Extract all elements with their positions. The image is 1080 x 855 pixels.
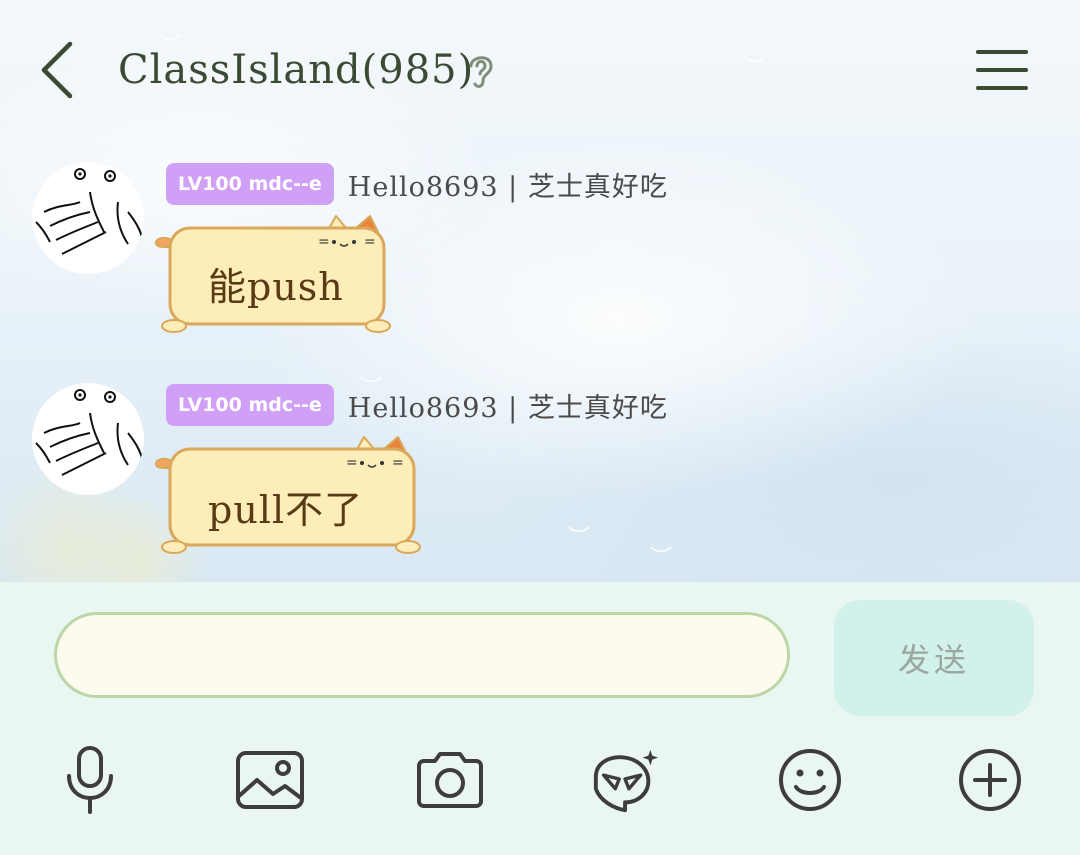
message-item: LV100 mdc--e Hello8693 | 芝士真好吃 = = 能push <box>0 162 1080 362</box>
sender-line: LV100 mdc--e Hello8693 | 芝士真好吃 <box>166 383 668 427</box>
message-bubble[interactable]: = = 能push <box>150 214 400 342</box>
avatar-sketch-image <box>35 168 144 255</box>
camera-icon <box>417 752 483 808</box>
microphone-icon <box>67 746 113 814</box>
send-button[interactable]: 发送 <box>834 600 1034 716</box>
sticker-icon <box>593 749 659 813</box>
input-area: 发送 <box>0 582 1080 855</box>
chat-title[interactable]: ClassIsland(985) <box>118 42 474 98</box>
svg-text:=: = <box>346 455 358 471</box>
avatar-sketch-image <box>35 389 144 476</box>
ear-icon[interactable] <box>464 50 498 90</box>
menu-icon <box>976 50 1028 90</box>
emoji-button[interactable] <box>774 742 846 818</box>
sender-line: LV100 mdc--e Hello8693 | 芝士真好吃 <box>166 162 668 206</box>
avatar[interactable] <box>32 162 144 274</box>
back-arrow-icon <box>41 41 73 99</box>
message-input[interactable] <box>54 612 790 698</box>
message-text: pull不了 <box>208 488 364 532</box>
voice-button[interactable] <box>54 742 126 818</box>
image-button[interactable] <box>234 742 306 818</box>
svg-text:=: = <box>392 455 404 471</box>
back-button[interactable] <box>36 38 84 102</box>
message-bubble[interactable]: = = pull不了 <box>150 435 430 563</box>
sender-name[interactable]: Hello8693 | 芝士真好吃 <box>348 165 668 204</box>
level-badge: LV100 mdc--e <box>166 163 334 205</box>
plus-icon <box>959 749 1021 811</box>
avatar[interactable] <box>32 383 144 495</box>
sticker-button[interactable] <box>590 742 662 818</box>
message-text: 能push <box>208 265 344 309</box>
chat-header: ClassIsland(985) <box>0 0 1080 140</box>
emoji-icon <box>779 749 841 811</box>
svg-text:=: = <box>364 234 376 250</box>
message-item: LV100 mdc--e Hello8693 | 芝士真好吃 = = pull不… <box>0 383 1080 583</box>
level-badge: LV100 mdc--e <box>166 384 334 426</box>
menu-button[interactable] <box>976 48 1028 92</box>
image-icon <box>236 751 304 809</box>
input-toolbar <box>0 742 1080 822</box>
sender-name[interactable]: Hello8693 | 芝士真好吃 <box>348 386 668 425</box>
more-button[interactable] <box>954 742 1026 818</box>
svg-text:=: = <box>318 234 330 250</box>
camera-button[interactable] <box>414 742 486 818</box>
